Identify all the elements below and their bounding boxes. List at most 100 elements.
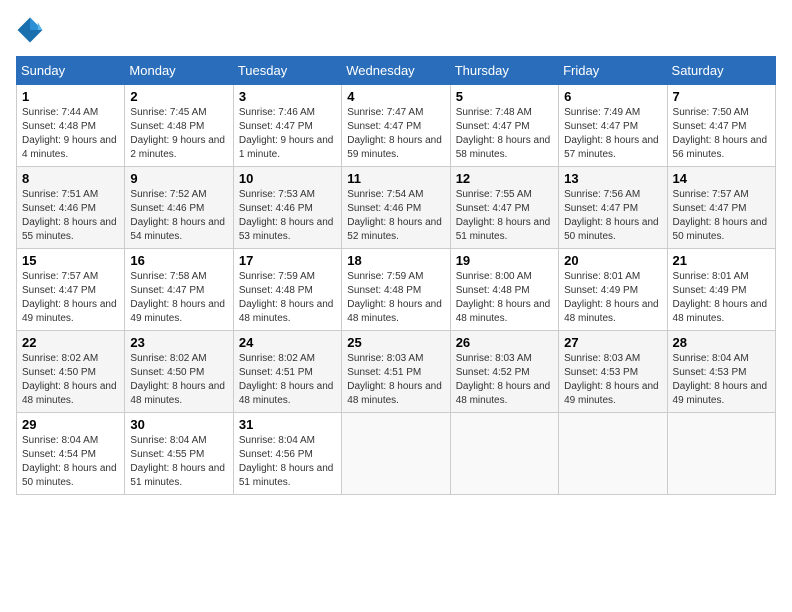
calendar-cell: 10 Sunrise: 7:53 AM Sunset: 4:46 PM Dayl… xyxy=(233,167,341,249)
day-number: 21 xyxy=(673,253,770,268)
day-info: Sunrise: 7:50 AM Sunset: 4:47 PM Dayligh… xyxy=(673,106,770,162)
day-number: 2 xyxy=(130,89,227,104)
day-header-sunday: Sunday xyxy=(17,57,125,85)
calendar-table: SundayMondayTuesdayWednesdayThursdayFrid… xyxy=(16,56,776,495)
day-number: 17 xyxy=(239,253,336,268)
calendar-cell: 22 Sunrise: 8:02 AM Sunset: 4:50 PM Dayl… xyxy=(17,331,125,413)
day-info: Sunrise: 7:49 AM Sunset: 4:47 PM Dayligh… xyxy=(564,106,661,162)
day-number: 29 xyxy=(22,417,119,432)
day-info: Sunrise: 7:59 AM Sunset: 4:48 PM Dayligh… xyxy=(347,270,444,326)
day-number: 3 xyxy=(239,89,336,104)
day-info: Sunrise: 7:56 AM Sunset: 4:47 PM Dayligh… xyxy=(564,188,661,244)
calendar-cell: 3 Sunrise: 7:46 AM Sunset: 4:47 PM Dayli… xyxy=(233,85,341,167)
day-info: Sunrise: 8:00 AM Sunset: 4:48 PM Dayligh… xyxy=(456,270,553,326)
day-info: Sunrise: 7:47 AM Sunset: 4:47 PM Dayligh… xyxy=(347,106,444,162)
day-number: 15 xyxy=(22,253,119,268)
day-number: 25 xyxy=(347,335,444,350)
calendar-cell: 11 Sunrise: 7:54 AM Sunset: 4:46 PM Dayl… xyxy=(342,167,450,249)
calendar-cell: 16 Sunrise: 7:58 AM Sunset: 4:47 PM Dayl… xyxy=(125,249,233,331)
day-info: Sunrise: 8:01 AM Sunset: 4:49 PM Dayligh… xyxy=(564,270,661,326)
day-number: 8 xyxy=(22,171,119,186)
day-number: 24 xyxy=(239,335,336,350)
day-info: Sunrise: 8:04 AM Sunset: 4:56 PM Dayligh… xyxy=(239,434,336,490)
calendar-week-row: 22 Sunrise: 8:02 AM Sunset: 4:50 PM Dayl… xyxy=(17,331,776,413)
calendar-cell: 1 Sunrise: 7:44 AM Sunset: 4:48 PM Dayli… xyxy=(17,85,125,167)
day-header-wednesday: Wednesday xyxy=(342,57,450,85)
day-number: 30 xyxy=(130,417,227,432)
calendar-cell: 28 Sunrise: 8:04 AM Sunset: 4:53 PM Dayl… xyxy=(667,331,775,413)
calendar-week-row: 8 Sunrise: 7:51 AM Sunset: 4:46 PM Dayli… xyxy=(17,167,776,249)
calendar-cell: 4 Sunrise: 7:47 AM Sunset: 4:47 PM Dayli… xyxy=(342,85,450,167)
calendar-cell: 6 Sunrise: 7:49 AM Sunset: 4:47 PM Dayli… xyxy=(559,85,667,167)
day-number: 20 xyxy=(564,253,661,268)
day-number: 14 xyxy=(673,171,770,186)
day-info: Sunrise: 7:44 AM Sunset: 4:48 PM Dayligh… xyxy=(22,106,119,162)
day-info: Sunrise: 8:02 AM Sunset: 4:51 PM Dayligh… xyxy=(239,352,336,408)
day-info: Sunrise: 7:58 AM Sunset: 4:47 PM Dayligh… xyxy=(130,270,227,326)
day-info: Sunrise: 8:02 AM Sunset: 4:50 PM Dayligh… xyxy=(130,352,227,408)
day-number: 23 xyxy=(130,335,227,350)
calendar-cell: 14 Sunrise: 7:57 AM Sunset: 4:47 PM Dayl… xyxy=(667,167,775,249)
calendar-cell: 21 Sunrise: 8:01 AM Sunset: 4:49 PM Dayl… xyxy=(667,249,775,331)
day-info: Sunrise: 7:54 AM Sunset: 4:46 PM Dayligh… xyxy=(347,188,444,244)
day-header-friday: Friday xyxy=(559,57,667,85)
day-number: 13 xyxy=(564,171,661,186)
calendar-cell: 7 Sunrise: 7:50 AM Sunset: 4:47 PM Dayli… xyxy=(667,85,775,167)
calendar-cell: 15 Sunrise: 7:57 AM Sunset: 4:47 PM Dayl… xyxy=(17,249,125,331)
day-info: Sunrise: 8:02 AM Sunset: 4:50 PM Dayligh… xyxy=(22,352,119,408)
day-info: Sunrise: 7:48 AM Sunset: 4:47 PM Dayligh… xyxy=(456,106,553,162)
calendar-cell xyxy=(450,413,558,495)
day-info: Sunrise: 7:53 AM Sunset: 4:46 PM Dayligh… xyxy=(239,188,336,244)
day-info: Sunrise: 8:04 AM Sunset: 4:53 PM Dayligh… xyxy=(673,352,770,408)
day-info: Sunrise: 8:03 AM Sunset: 4:53 PM Dayligh… xyxy=(564,352,661,408)
day-number: 26 xyxy=(456,335,553,350)
day-header-saturday: Saturday xyxy=(667,57,775,85)
day-number: 4 xyxy=(347,89,444,104)
calendar-cell: 19 Sunrise: 8:00 AM Sunset: 4:48 PM Dayl… xyxy=(450,249,558,331)
day-info: Sunrise: 8:03 AM Sunset: 4:52 PM Dayligh… xyxy=(456,352,553,408)
day-info: Sunrise: 7:59 AM Sunset: 4:48 PM Dayligh… xyxy=(239,270,336,326)
calendar-cell: 9 Sunrise: 7:52 AM Sunset: 4:46 PM Dayli… xyxy=(125,167,233,249)
calendar-cell xyxy=(342,413,450,495)
day-number: 18 xyxy=(347,253,444,268)
calendar-cell: 30 Sunrise: 8:04 AM Sunset: 4:55 PM Dayl… xyxy=(125,413,233,495)
day-info: Sunrise: 8:04 AM Sunset: 4:54 PM Dayligh… xyxy=(22,434,119,490)
day-number: 22 xyxy=(22,335,119,350)
day-info: Sunrise: 7:51 AM Sunset: 4:46 PM Dayligh… xyxy=(22,188,119,244)
day-info: Sunrise: 7:55 AM Sunset: 4:47 PM Dayligh… xyxy=(456,188,553,244)
day-info: Sunrise: 7:57 AM Sunset: 4:47 PM Dayligh… xyxy=(22,270,119,326)
calendar-cell: 25 Sunrise: 8:03 AM Sunset: 4:51 PM Dayl… xyxy=(342,331,450,413)
day-number: 7 xyxy=(673,89,770,104)
calendar-cell xyxy=(559,413,667,495)
logo xyxy=(16,16,48,44)
day-info: Sunrise: 7:45 AM Sunset: 4:48 PM Dayligh… xyxy=(130,106,227,162)
calendar-cell: 18 Sunrise: 7:59 AM Sunset: 4:48 PM Dayl… xyxy=(342,249,450,331)
day-number: 6 xyxy=(564,89,661,104)
day-number: 31 xyxy=(239,417,336,432)
calendar-week-row: 15 Sunrise: 7:57 AM Sunset: 4:47 PM Dayl… xyxy=(17,249,776,331)
day-header-monday: Monday xyxy=(125,57,233,85)
day-info: Sunrise: 7:57 AM Sunset: 4:47 PM Dayligh… xyxy=(673,188,770,244)
calendar-week-row: 29 Sunrise: 8:04 AM Sunset: 4:54 PM Dayl… xyxy=(17,413,776,495)
day-number: 19 xyxy=(456,253,553,268)
calendar-cell: 8 Sunrise: 7:51 AM Sunset: 4:46 PM Dayli… xyxy=(17,167,125,249)
calendar-cell: 31 Sunrise: 8:04 AM Sunset: 4:56 PM Dayl… xyxy=(233,413,341,495)
calendar-cell: 5 Sunrise: 7:48 AM Sunset: 4:47 PM Dayli… xyxy=(450,85,558,167)
calendar-cell: 17 Sunrise: 7:59 AM Sunset: 4:48 PM Dayl… xyxy=(233,249,341,331)
calendar-cell: 20 Sunrise: 8:01 AM Sunset: 4:49 PM Dayl… xyxy=(559,249,667,331)
day-number: 5 xyxy=(456,89,553,104)
day-number: 9 xyxy=(130,171,227,186)
day-number: 16 xyxy=(130,253,227,268)
day-number: 1 xyxy=(22,89,119,104)
day-info: Sunrise: 7:46 AM Sunset: 4:47 PM Dayligh… xyxy=(239,106,336,162)
calendar-cell: 13 Sunrise: 7:56 AM Sunset: 4:47 PM Dayl… xyxy=(559,167,667,249)
calendar-cell: 23 Sunrise: 8:02 AM Sunset: 4:50 PM Dayl… xyxy=(125,331,233,413)
day-info: Sunrise: 8:03 AM Sunset: 4:51 PM Dayligh… xyxy=(347,352,444,408)
day-number: 28 xyxy=(673,335,770,350)
day-info: Sunrise: 8:01 AM Sunset: 4:49 PM Dayligh… xyxy=(673,270,770,326)
day-number: 27 xyxy=(564,335,661,350)
page-header xyxy=(16,16,776,44)
calendar-cell: 27 Sunrise: 8:03 AM Sunset: 4:53 PM Dayl… xyxy=(559,331,667,413)
calendar-cell: 29 Sunrise: 8:04 AM Sunset: 4:54 PM Dayl… xyxy=(17,413,125,495)
calendar-cell: 2 Sunrise: 7:45 AM Sunset: 4:48 PM Dayli… xyxy=(125,85,233,167)
